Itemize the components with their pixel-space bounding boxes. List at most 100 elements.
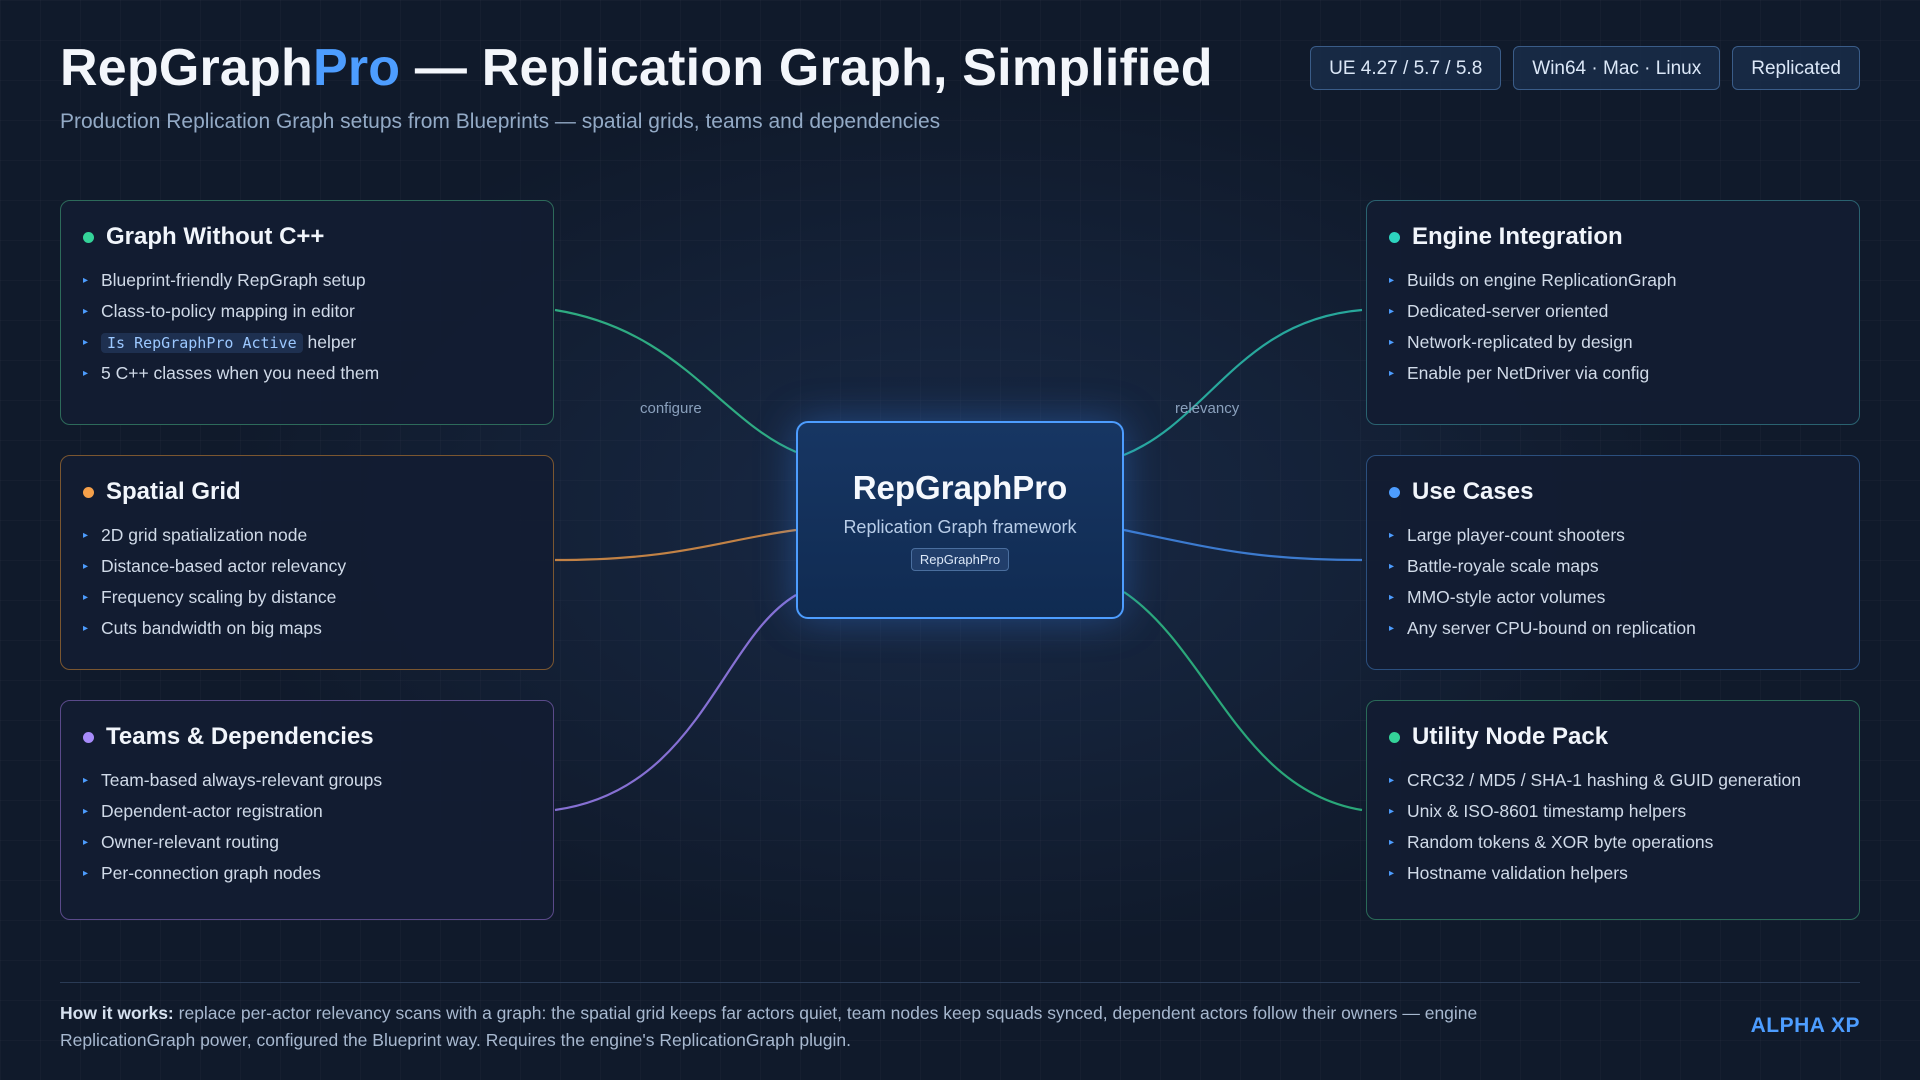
bullet-arrow-icon: ▸	[1389, 623, 1395, 634]
list-item: ▸ Any server CPU-bound on replication	[1389, 613, 1837, 644]
bullet-arrow-icon: ▸	[1389, 561, 1395, 572]
card-header: Teams & Dependencies	[83, 723, 531, 751]
list-item: ▸ Dedicated-server oriented	[1389, 296, 1837, 327]
card-list: ▸ CRC32 / MD5 / SHA-1 hashing & GUID gene…	[1389, 765, 1837, 889]
list-item: ▸ Unix & ISO-8601 timestamp helpers	[1389, 796, 1837, 827]
status-dot-icon	[83, 486, 94, 498]
card-header: Graph Without C++	[83, 223, 531, 251]
list-item: ▸ Dependent-actor registration	[83, 796, 531, 827]
bullet-arrow-icon: ▸	[83, 561, 89, 572]
card-header: Utility Node Pack	[1389, 723, 1837, 751]
link-engine-integration	[1123, 308, 1363, 457]
card-header: Engine Integration	[1389, 223, 1837, 251]
title-main: RepGraph	[60, 39, 313, 97]
status-dot-icon	[83, 731, 94, 743]
bullet-arrow-icon: ▸	[83, 337, 89, 348]
page-title: RepGraphPro — Replication Graph, Simplif…	[60, 38, 1213, 98]
link-label-configure: configure	[640, 400, 702, 417]
card-use-cases: Use Cases ▸ Large player-count shooters ▸…	[1366, 455, 1860, 670]
bullet-arrow-icon: ▸	[1389, 275, 1395, 286]
list-item: ▸ MMO-style actor volumes	[1389, 582, 1837, 613]
link-label-relevancy: relevancy	[1175, 400, 1240, 417]
list-item: ▸ Owner-relevant routing	[83, 827, 531, 858]
card-list: ▸ Builds on engine ReplicationGraph ▸ Dedi…	[1389, 265, 1837, 389]
card-spatial-grid: Spatial Grid ▸ 2D grid spatialization nod…	[60, 455, 554, 670]
badge-platforms: Win64 · Mac · Linux	[1513, 46, 1721, 90]
status-dot-icon	[1389, 486, 1400, 498]
badge-replicated: Replicated	[1732, 46, 1860, 90]
link-graph-without-cpp	[554, 308, 797, 454]
list-item: ▸ 2D grid spatialization node	[83, 520, 531, 551]
list-item: ▸ Large player-count shooters	[1389, 520, 1837, 551]
card-title: Teams & Dependencies	[106, 723, 374, 750]
footer-divider	[60, 982, 1860, 983]
footer-lead: How it works:	[60, 1003, 174, 1023]
footer-description: How it works: replace per-actor relevanc…	[60, 1000, 1520, 1054]
list-item: ▸ Team-based always-relevant groups	[83, 765, 531, 796]
list-item: ▸ Per-connection graph nodes	[83, 858, 531, 889]
card-title: Use Cases	[1412, 478, 1534, 505]
card-list: ▸ Team-based always-relevant groups ▸ Depe…	[83, 765, 531, 889]
card-header: Spatial Grid	[83, 478, 531, 506]
bullet-arrow-icon: ▸	[83, 837, 89, 848]
list-item: ▸ Random tokens & XOR byte operations	[1389, 827, 1837, 858]
title-accent: Pro	[312, 39, 401, 97]
list-item: ▸ Network-replicated by design	[1389, 327, 1837, 358]
list-item: ▸ Hostname validation helpers	[1389, 858, 1837, 889]
card-list: ▸ 2D grid spatialization node ▸ Distance-b…	[83, 520, 531, 644]
card-title: Graph Without C++	[106, 223, 325, 250]
bullet-arrow-icon: ▸	[1389, 306, 1395, 317]
link-utility-node-pack	[1123, 591, 1363, 812]
badge-engine-versions: UE 4.27 / 5.7 / 5.8	[1310, 46, 1502, 90]
card-title: Engine Integration	[1412, 223, 1623, 250]
list-item: ▸ 5 C++ classes when you need them	[83, 358, 531, 389]
bullet-arrow-icon: ▸	[1389, 592, 1395, 603]
link-use-cases	[1123, 528, 1363, 562]
bullet-arrow-icon: ▸	[1389, 337, 1395, 348]
bullet-arrow-icon: ▸	[83, 530, 89, 541]
card-list: ▸ Large player-count shooters ▸ Battle-roy…	[1389, 520, 1837, 644]
card-graph-without-cpp: Graph Without C++ ▸ Blueprint-friendly Re…	[60, 200, 554, 425]
list-item: ▸ Distance-based actor relevancy	[83, 551, 531, 582]
list-item: ▸ CRC32 / MD5 / SHA-1 hashing & GUID gene…	[1389, 765, 1837, 796]
card-header: Use Cases	[1389, 478, 1837, 506]
bullet-arrow-icon: ▸	[83, 275, 89, 286]
card-engine-integration: Engine Integration ▸ Builds on engine Rep…	[1366, 200, 1860, 425]
center-title: RepGraphPro	[852, 469, 1068, 506]
status-dot-icon	[1389, 231, 1400, 243]
bullet-arrow-icon: ▸	[1389, 775, 1395, 786]
link-spatial-grid	[554, 528, 797, 562]
list-item: ▸ Cuts bandwidth on big maps	[83, 613, 531, 644]
status-dot-icon	[1389, 731, 1400, 743]
center-tag: RepGraphPro	[910, 548, 1010, 571]
center-node: RepGraphPro Replication Graph framework …	[796, 421, 1124, 619]
card-list: ▸ Blueprint-friendly RepGraph setup ▸ Clas…	[83, 265, 531, 389]
link-teams-dependencies	[554, 594, 797, 812]
card-title: Utility Node Pack	[1412, 723, 1609, 750]
list-item: ▸ Class-to-policy mapping in editor	[83, 296, 531, 327]
bullet-arrow-icon: ▸	[1389, 368, 1395, 379]
list-item: ▸ Builds on engine ReplicationGraph	[1389, 265, 1837, 296]
list-item: ▸ Blueprint-friendly RepGraph setup	[83, 265, 531, 296]
title-rest: — Replication Graph, Simplified	[400, 39, 1213, 97]
bullet-arrow-icon: ▸	[83, 306, 89, 317]
bullet-arrow-icon: ▸	[83, 368, 89, 379]
bullet-arrow-icon: ▸	[83, 868, 89, 879]
brand-logo: ALPHA XP	[1750, 1014, 1860, 1037]
bullet-arrow-icon: ▸	[1389, 868, 1395, 879]
bullet-arrow-icon: ▸	[1389, 806, 1395, 817]
bullet-arrow-icon: ▸	[83, 806, 89, 817]
status-dot-icon	[83, 231, 94, 243]
code-snippet: Is RepGraphPro Active	[101, 333, 303, 353]
list-item: ▸ Is RepGraphPro Active helper	[83, 327, 531, 358]
card-title: Spatial Grid	[106, 478, 241, 505]
bullet-arrow-icon: ▸	[1389, 530, 1395, 541]
card-utility-node-pack: Utility Node Pack ▸ CRC32 / MD5 / SHA-1 h…	[1366, 700, 1860, 920]
center-subtitle: Replication Graph framework	[843, 517, 1077, 537]
bullet-arrow-icon: ▸	[83, 775, 89, 786]
list-item: ▸ Battle-royale scale maps	[1389, 551, 1837, 582]
badge-group: UE 4.27 / 5.7 / 5.8 Win64 · Mac · Linux …	[1310, 46, 1860, 90]
list-item: ▸ Frequency scaling by distance	[83, 582, 531, 613]
list-item: ▸ Enable per NetDriver via config	[1389, 358, 1837, 389]
page-subtitle: Production Replication Graph setups from…	[60, 110, 941, 133]
